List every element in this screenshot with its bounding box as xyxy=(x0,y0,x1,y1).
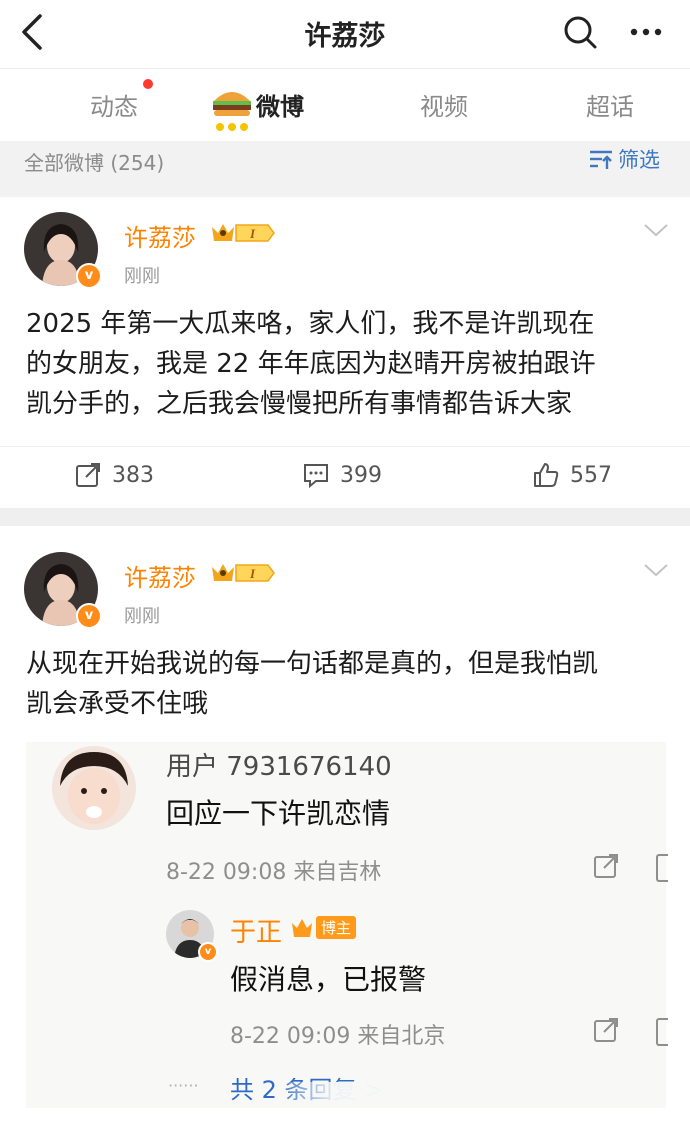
username[interactable]: 许荔莎 xyxy=(124,558,196,593)
vip-crown-icon: I xyxy=(210,561,276,585)
search-icon xyxy=(564,16,597,49)
post-time: 刚刚 xyxy=(124,606,160,627)
vip-crown-icon: I xyxy=(210,221,276,245)
comment-text: 回应一下许凯恋情 xyxy=(166,797,391,830)
divider xyxy=(0,508,690,526)
post-text-line: 2025 年第一大瓜来咯，家人们，我不是许凯现在 xyxy=(26,309,595,339)
comment-icon xyxy=(304,464,328,489)
post-text: 从现在开始我说的每一句话都是真的，但是我怕凯 凯会承受不住哦 xyxy=(26,644,666,724)
commenter-avatar xyxy=(52,746,136,830)
repost-count: 383 xyxy=(112,462,154,488)
reply-text: 假消息，已报警 xyxy=(230,963,427,996)
divider xyxy=(0,185,690,197)
comment-icon xyxy=(656,854,668,882)
post-actions: 383 399 557 xyxy=(0,446,690,507)
verified-badge: v xyxy=(76,603,102,629)
post-text-line: 凯会承受不住哦 xyxy=(26,689,209,719)
filter-icon xyxy=(590,150,612,169)
comment-meta: 8-22 09:08 来自吉林 xyxy=(166,860,382,885)
share-icon xyxy=(592,852,620,884)
share-icon xyxy=(592,1016,620,1048)
search-button[interactable] xyxy=(560,12,600,52)
verified-badge: v xyxy=(198,942,218,962)
post-count: 全部微博 (254) xyxy=(24,151,165,175)
thumbs-up-icon xyxy=(534,463,559,487)
comment-count: 399 xyxy=(340,462,382,488)
comment-button[interactable]: 399 xyxy=(302,461,382,489)
tab-dynamics[interactable]: 动态 xyxy=(90,87,138,122)
burger-icon xyxy=(210,83,254,135)
post-text-line: 的女朋友，我是 22 年年底因为赵晴开房被拍跟许 xyxy=(26,349,596,379)
filter-bar: 全部微博 (254) 筛选 xyxy=(0,141,690,185)
tab-super-topic[interactable]: 超话 xyxy=(586,87,634,122)
blogger-label: 博主 xyxy=(316,916,357,939)
username[interactable]: 许荔莎 xyxy=(124,218,196,253)
reply-username: 于正 xyxy=(230,918,283,948)
post-text-line: 凯分手的，之后我会慢慢把所有事情都告诉大家 xyxy=(26,389,573,419)
reply-meta: 8-22 09:09 来自北京 xyxy=(230,1024,446,1049)
post-time: 刚刚 xyxy=(124,266,160,287)
quoted-comment-image[interactable]: 用户 7931676140 回应一下许凯恋情 8-22 09:08 来自吉林 v… xyxy=(26,742,668,1108)
tab-weibo[interactable]: 微博 xyxy=(256,87,304,122)
more-dots-icon xyxy=(630,28,662,36)
ellipsis-icon: ······ xyxy=(168,1076,199,1095)
like-count: 557 xyxy=(570,462,612,488)
commenter-name: 用户 7931676140 xyxy=(166,752,392,782)
like-button[interactable]: 557 xyxy=(532,461,612,489)
notification-dot xyxy=(143,79,153,89)
filter-label: 筛选 xyxy=(618,148,660,172)
repost-button[interactable]: 383 xyxy=(74,461,154,489)
filter-button[interactable]: 筛选 xyxy=(588,144,660,174)
top-bar: 许荔莎 xyxy=(0,0,690,69)
tab-videos[interactable]: 视频 xyxy=(420,87,468,122)
chevron-down-icon[interactable] xyxy=(643,562,669,578)
vip-level: I xyxy=(249,566,256,581)
post-text: 2025 年第一大瓜来咯，家人们，我不是许凯现在 的女朋友，我是 22 年年底因… xyxy=(26,304,666,424)
verified-badge: v xyxy=(76,263,102,289)
more-button[interactable] xyxy=(624,12,672,52)
post-text-line: 从现在开始我说的每一句话都是真的，但是我怕凯 xyxy=(26,649,599,679)
crown-icon xyxy=(292,918,312,937)
blur-overlay xyxy=(276,1082,426,1108)
vip-level: I xyxy=(249,226,256,241)
chevron-down-icon[interactable] xyxy=(643,222,669,238)
profile-tabs: 动态 微博 视频 超话 xyxy=(0,69,690,141)
repost-icon xyxy=(76,463,100,487)
blogger-badge: 博主 xyxy=(290,916,357,939)
comment-icon xyxy=(656,1018,668,1046)
